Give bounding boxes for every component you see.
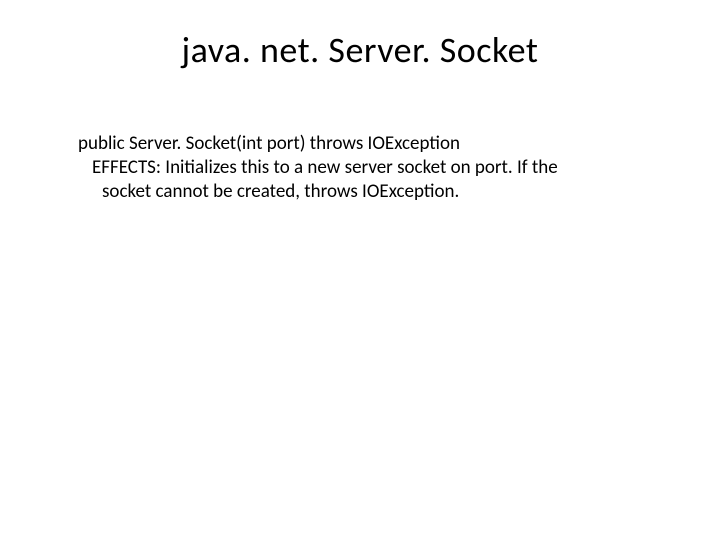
slide-title: java. net. Server. Socket (78, 28, 642, 72)
slide-body: public Server. Socket(int port) throws I… (78, 132, 642, 203)
body-line-1: public Server. Socket(int port) throws I… (78, 132, 642, 156)
body-line-3: socket cannot be created, throws IOExcep… (102, 180, 642, 204)
slide: java. net. Server. Socket public Server.… (0, 0, 720, 540)
body-line-2: EFFECTS: Initializes this to a new serve… (92, 156, 642, 180)
